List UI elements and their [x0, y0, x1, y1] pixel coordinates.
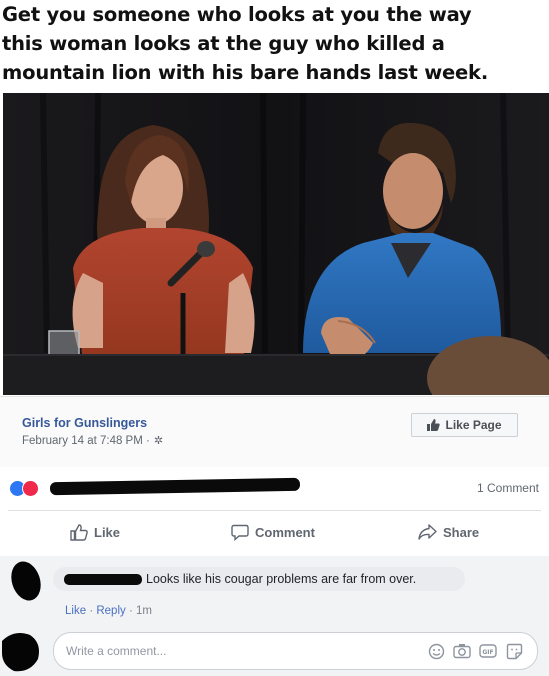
redacted-commenter-name[interactable]: [64, 574, 142, 585]
thumbs-up-icon: [427, 419, 441, 431]
share-label: Share: [443, 524, 480, 540]
separator: ·: [89, 605, 94, 617]
page-name-link[interactable]: Girls for Gunslingers: [22, 416, 147, 430]
redacted-names: [49, 477, 301, 496]
comment-text: Looks like his cougar problems are far f…: [146, 572, 417, 586]
comment-count[interactable]: 1 Comment: [477, 481, 539, 495]
caption-line-2: this woman looks at the guy who killed a: [2, 32, 445, 55]
love-reaction-icon[interactable]: [22, 480, 39, 497]
commenter-avatar[interactable]: [8, 559, 42, 603]
caption-text: Get you someone who looks at you the way…: [2, 0, 548, 87]
like-label: Like: [94, 525, 121, 540]
share-icon: [418, 524, 437, 540]
camera-icon[interactable]: [453, 642, 471, 660]
divider-top: [8, 510, 541, 511]
comment-input[interactable]: Write a comment... GIF: [53, 632, 538, 670]
post-header: Girls for Gunslingers February 14 at 7:4…: [0, 396, 549, 467]
post-photo[interactable]: [3, 93, 549, 395]
separator: ·: [128, 605, 133, 617]
gear-icon[interactable]: ✲: [154, 435, 163, 447]
current-user-avatar: [2, 633, 39, 672]
caption-line-3: mountain lion with his bare hands last w…: [2, 61, 489, 84]
post-actions: Like Comment Share: [0, 512, 549, 554]
comment-time[interactable]: 1m: [136, 605, 152, 617]
photo-illustration: [3, 93, 549, 395]
gif-icon[interactable]: GIF: [479, 642, 497, 660]
like-page-button[interactable]: Like Page: [411, 413, 518, 437]
comment-icon: [231, 524, 249, 541]
emoji-icon[interactable]: [427, 642, 445, 660]
sticker-icon[interactable]: [505, 642, 523, 660]
comments-section: Looks like his cougar problems are far f…: [0, 556, 549, 676]
like-page-label: Like Page: [445, 418, 502, 432]
caption-line-1: Get you someone who looks at you the way: [2, 3, 472, 26]
meme-caption: Get you someone who looks at you the way…: [0, 0, 549, 92]
composer-icons: GIF: [427, 642, 523, 660]
comment-reply-link[interactable]: Reply: [96, 605, 125, 617]
comment-label: Comment: [255, 525, 315, 540]
share-button[interactable]: Share: [418, 524, 479, 540]
post-date-text[interactable]: February 14 at 7:48 PM ·: [22, 435, 150, 447]
comment-button[interactable]: Comment: [231, 524, 315, 541]
thumbs-up-icon: [70, 524, 88, 541]
post-timestamp: February 14 at 7:48 PM · ✲: [22, 434, 163, 447]
reactions-bar: 1 Comment: [0, 470, 549, 506]
comment-actions: Like · Reply · 1m: [65, 605, 152, 617]
svg-text:GIF: GIF: [482, 649, 493, 656]
comment-like-link[interactable]: Like: [65, 605, 86, 617]
comment-input-placeholder: Write a comment...: [66, 644, 167, 658]
like-button[interactable]: Like: [70, 524, 120, 541]
